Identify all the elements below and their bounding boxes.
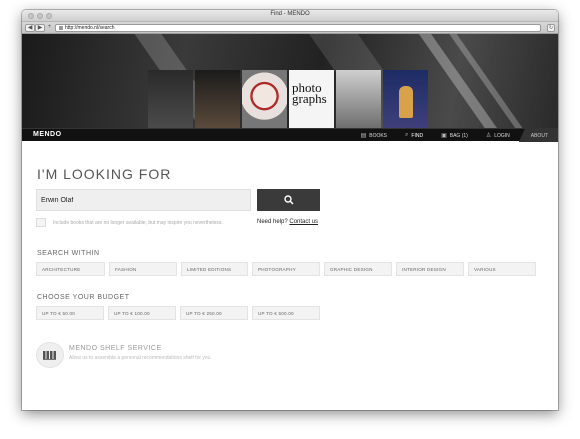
budget-250[interactable]: UP TO € 250.00 [180, 306, 248, 320]
search-input[interactable] [36, 189, 251, 211]
site-logo[interactable]: MENDO [33, 131, 62, 138]
category-limited-editions[interactable]: LIMITED EDITIONS [181, 262, 248, 276]
refresh-button[interactable]: ↻ [547, 24, 555, 32]
nav-label: ABOUT [530, 132, 548, 139]
search-page: I'M LOOKING FOR Include books that are n… [22, 142, 558, 410]
search-within-options: ARCHITECTURE FASHION LIMITED EDITIONS PH… [36, 262, 536, 276]
book-cover[interactable] [242, 70, 287, 128]
book-cover-title: photo graphs [292, 80, 327, 106]
book-cover[interactable] [148, 70, 193, 128]
featured-books: photo graphs [148, 64, 428, 128]
budget-options: UP TO € 50.00 UP TO € 100.00 UP TO € 250… [36, 306, 320, 320]
add-bookmark-button[interactable]: + [45, 24, 54, 32]
url-text: http://mendo.nl/search [65, 24, 115, 31]
budget-500[interactable]: UP TO € 500.00 [252, 306, 320, 320]
contact-link[interactable]: Contact us [289, 219, 318, 225]
nav-label: FIND [411, 132, 424, 139]
book-cover[interactable] [336, 70, 381, 128]
shelf-service-button[interactable] [36, 342, 64, 368]
help-label: Need help? [257, 219, 288, 225]
book-cover[interactable] [383, 70, 428, 128]
page-title: I'M LOOKING FOR [37, 166, 172, 182]
nav-item-bag[interactable]: ▣ BAG (1) [432, 129, 477, 142]
browser-window: Find - MENDO ◀ ▶ + http://mendo.nl/searc… [22, 10, 558, 410]
title-bar: Find - MENDO [22, 10, 558, 22]
window-title: Find - MENDO [270, 11, 310, 17]
search-button[interactable] [257, 189, 320, 211]
nav-item-books[interactable]: ▤ BOOKS [352, 129, 396, 142]
nav-item-login[interactable]: ♙ LOGIN [477, 129, 519, 142]
search-icon: ⌕ [405, 132, 409, 138]
bag-icon: ▣ [441, 133, 447, 139]
book-cover[interactable]: photo graphs [289, 70, 334, 128]
nav-item-find[interactable]: ⌕ FIND [396, 129, 432, 142]
include-unavailable-label: Include books that are no longer availab… [53, 220, 223, 226]
nav-item-about[interactable]: ABOUT [518, 129, 558, 142]
nav-items: ▤ BOOKS ⌕ FIND ▣ BAG (1) ♙ LOGIN ABOUT [352, 129, 558, 142]
category-interior-design[interactable]: INTERIOR DESIGN [396, 262, 464, 276]
forward-button[interactable]: ▶ [35, 24, 45, 32]
book-cover[interactable] [195, 70, 240, 128]
category-various[interactable]: VARIOUS [468, 262, 536, 276]
search-within-title: SEARCH WITHIN [37, 250, 100, 257]
book-icon: ▤ [360, 133, 367, 139]
nav-label: LOGIN [494, 132, 510, 139]
budget-title: CHOOSE YOUR BUDGET [37, 294, 130, 301]
user-icon: ♙ [485, 133, 492, 139]
hero-banner: photo graphs [22, 34, 558, 128]
category-photography[interactable]: PHOTOGRAPHY [252, 262, 320, 276]
site-nav: MENDO ▤ BOOKS ⌕ FIND ▣ BAG (1) ♙ LOGIN A… [22, 128, 558, 142]
shelf-service-description: Allow us to assemble a personal recommen… [69, 355, 212, 361]
category-architecture[interactable]: ARCHITECTURE [36, 262, 105, 276]
back-button[interactable]: ◀ [25, 24, 35, 32]
budget-100[interactable]: UP TO € 100.00 [108, 306, 176, 320]
nav-label: BAG (1) [449, 132, 468, 139]
site-icon [59, 26, 63, 30]
address-bar[interactable]: http://mendo.nl/search [55, 24, 541, 32]
search-icon [283, 195, 294, 205]
category-graphic-design[interactable]: GRAPHIC DESIGN [324, 262, 392, 276]
category-fashion[interactable]: FASHION [109, 262, 177, 276]
nav-label: BOOKS [369, 132, 388, 139]
browser-toolbar: ◀ ▶ + http://mendo.nl/search ↻ [22, 22, 558, 34]
cover-figure [399, 86, 413, 118]
include-unavailable-checkbox[interactable] [36, 218, 46, 227]
shelf-icon [43, 350, 56, 360]
shelf-service-title[interactable]: MENDO SHELF SERVICE [69, 345, 162, 352]
help-text: Need help? Contact us [257, 219, 318, 225]
budget-50[interactable]: UP TO € 50.00 [36, 306, 104, 320]
